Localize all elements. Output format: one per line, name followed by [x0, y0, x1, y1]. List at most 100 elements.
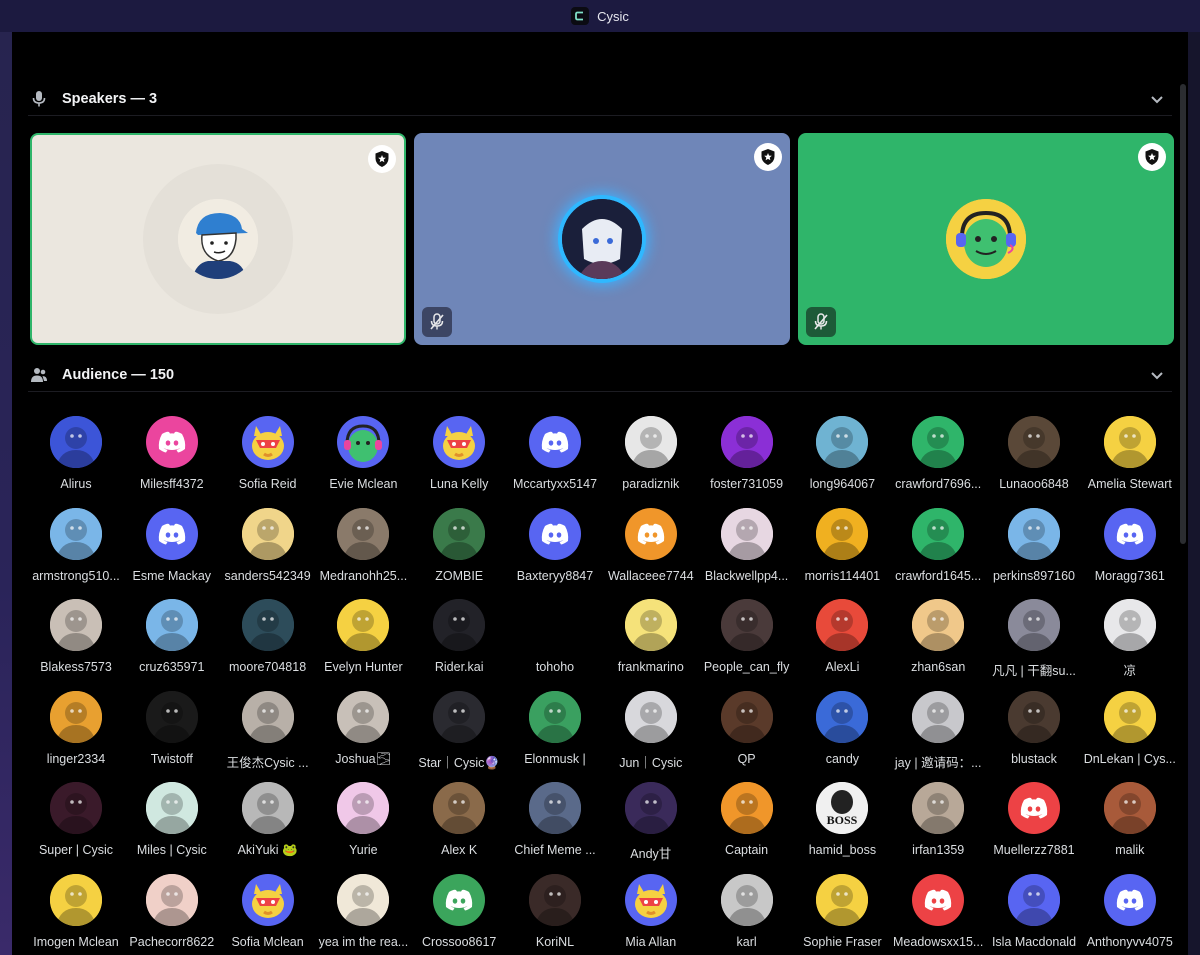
audience-member[interactable]: armstrong510...	[28, 507, 124, 588]
user-avatar	[241, 599, 294, 652]
audience-member-name: yea im the rea...	[318, 935, 409, 949]
audience-member[interactable]: Medranohh25...	[315, 507, 411, 588]
duck-avatar-icon	[241, 416, 294, 468]
audience-member[interactable]: foster731059	[699, 416, 795, 496]
cysic-app-icon	[571, 7, 590, 25]
audience-member[interactable]: Evelyn Hunter	[315, 599, 411, 679]
audience-member[interactable]: Captain	[699, 782, 795, 862]
audience-member[interactable]: tohoho	[507, 599, 603, 679]
speaker-tile[interactable]	[30, 133, 406, 345]
audience-member[interactable]: yea im the rea...	[315, 874, 411, 954]
user-avatar	[912, 599, 965, 652]
audience-member[interactable]: 王俊杰Cysic ...	[220, 690, 316, 771]
audience-member[interactable]: Mccartyxx5147	[507, 416, 603, 496]
audience-member-name: cruz635971	[139, 660, 205, 675]
user-avatar	[912, 782, 965, 835]
audience-member[interactable]: Joshua🌫	[315, 690, 411, 771]
audience-member[interactable]: Mia Allan	[603, 874, 699, 954]
audience-member[interactable]: Wallaceee7744	[603, 507, 699, 588]
audience-member[interactable]: crawford1645...	[890, 507, 986, 588]
audience-member[interactable]: Anthonyvv4075	[1082, 874, 1178, 954]
audience-member-name: sanders542349	[224, 568, 311, 583]
audience-member[interactable]: cruz635971	[124, 599, 220, 679]
user-avatar	[720, 690, 773, 743]
audience-member[interactable]: perkins897160	[986, 507, 1082, 588]
audience-member[interactable]: sanders542349	[220, 507, 316, 588]
chevron-down-icon[interactable]	[1148, 90, 1166, 108]
audience-member[interactable]: linger2334	[28, 690, 124, 771]
speaker-tile[interactable]	[414, 133, 790, 345]
scrollbar[interactable]	[1180, 84, 1186, 544]
audience-member[interactable]: moore704818	[220, 599, 316, 679]
audience-member[interactable]: irfan1359	[890, 782, 986, 862]
audience-member[interactable]: Baxteryy8847	[507, 507, 603, 588]
audience-member[interactable]: Yurie	[315, 782, 411, 862]
audience-member[interactable]: Alex K	[411, 782, 507, 862]
audience-section-header[interactable]: Audience — 150	[28, 358, 1172, 392]
audience-member[interactable]: BOSS hamid_boss	[794, 782, 890, 862]
user-avatar	[720, 507, 773, 560]
audience-member[interactable]: Star｜Cysic🔮	[411, 690, 507, 771]
audience-member[interactable]: Esme Mackay	[124, 507, 220, 588]
audience-member[interactable]: Pachecorr8622	[124, 874, 220, 954]
audience-member[interactable]: Lunaoo6848	[986, 416, 1082, 496]
audience-member[interactable]: AlexLi	[794, 599, 890, 679]
audience-member-name: Lunaoo6848	[999, 477, 1069, 491]
audience-member[interactable]: Miles | Cysic	[124, 782, 220, 862]
user-avatar	[624, 782, 677, 835]
audience-member[interactable]: Super | Cysic	[28, 782, 124, 862]
audience-member[interactable]: paradiznik	[603, 416, 699, 496]
audience-member[interactable]: Milesff4372	[124, 416, 220, 496]
speakers-section-header[interactable]: Speakers — 3	[28, 82, 1172, 116]
discord-default-avatar-icon	[1103, 507, 1156, 560]
audience-member[interactable]: morris114401	[794, 507, 890, 588]
audience-member[interactable]: long964067	[794, 416, 890, 496]
audience-member[interactable]: zhan6san	[890, 599, 986, 679]
audience-member-name: Wallaceee7744	[607, 568, 694, 583]
audience-member[interactable]: Moragg7361	[1082, 507, 1178, 588]
audience-member[interactable]: Andy甘	[603, 782, 699, 862]
audience-member[interactable]: jay | 邀请码：...	[890, 690, 986, 771]
audience-member[interactable]: Imogen Mclean	[28, 874, 124, 954]
audience-member-name: Muellerzz7881	[993, 843, 1075, 858]
audience-member[interactable]: Isla Macdonald	[986, 874, 1082, 954]
audience-member[interactable]: DnLekan | Cys...	[1082, 690, 1178, 771]
audience-member[interactable]: Alirus	[28, 416, 124, 496]
audience-member[interactable]: 凡凡 | 干翻su...	[986, 599, 1082, 679]
audience-member[interactable]: Evie Mclean	[315, 416, 411, 496]
audience-member[interactable]: Crossoo8617	[411, 874, 507, 954]
audience-member[interactable]: candy	[794, 690, 890, 771]
chevron-down-icon[interactable]	[1148, 366, 1166, 384]
audience-member[interactable]: Luna Kelly	[411, 416, 507, 496]
audience-member[interactable]: QP	[699, 690, 795, 771]
speaker-tile[interactable]	[798, 133, 1174, 345]
user-avatar	[529, 874, 581, 926]
audience-member[interactable]: Elonmusk |	[507, 690, 603, 771]
audience-member[interactable]: blustack	[986, 690, 1082, 771]
headset-creature-avatar-icon	[337, 416, 390, 468]
audience-member[interactable]: Blakess7573	[28, 599, 124, 679]
user-avatar	[912, 416, 965, 468]
audience-member[interactable]: Blackwellpp4...	[699, 507, 795, 588]
audience-member[interactable]: frankmarino	[603, 599, 699, 679]
audience-member[interactable]: Muellerzz7881	[986, 782, 1082, 862]
audience-member[interactable]: Jun｜Cysic	[603, 690, 699, 771]
audience-member[interactable]: ZOMBIE	[411, 507, 507, 588]
audience-member[interactable]: KoriNL	[507, 874, 603, 954]
audience-member[interactable]: crawford7696...	[890, 416, 986, 496]
audience-member-name: Twistoff	[150, 751, 193, 766]
audience-member[interactable]: Chief Meme ...	[507, 782, 603, 862]
audience-member[interactable]: Sofia Reid	[220, 416, 316, 496]
audience-member[interactable]: Sophie Fraser	[794, 874, 890, 954]
audience-member[interactable]: People_can_fly	[699, 599, 795, 679]
audience-member[interactable]: Twistoff	[124, 690, 220, 771]
audience-member[interactable]: Sofia Mclean	[220, 874, 316, 954]
audience-member[interactable]: Rider.kai	[411, 599, 507, 679]
audience-member[interactable]: Meadowsxx15...	[890, 874, 986, 954]
audience-member[interactable]: 凉	[1082, 599, 1178, 679]
audience-member[interactable]: malik	[1082, 782, 1178, 862]
audience-member[interactable]: karl	[699, 874, 795, 954]
audience-member[interactable]: Amelia Stewart	[1082, 416, 1178, 496]
audience-member-name: ZOMBIE	[435, 568, 484, 583]
audience-member[interactable]: AkiYuki 🐸	[220, 782, 316, 862]
